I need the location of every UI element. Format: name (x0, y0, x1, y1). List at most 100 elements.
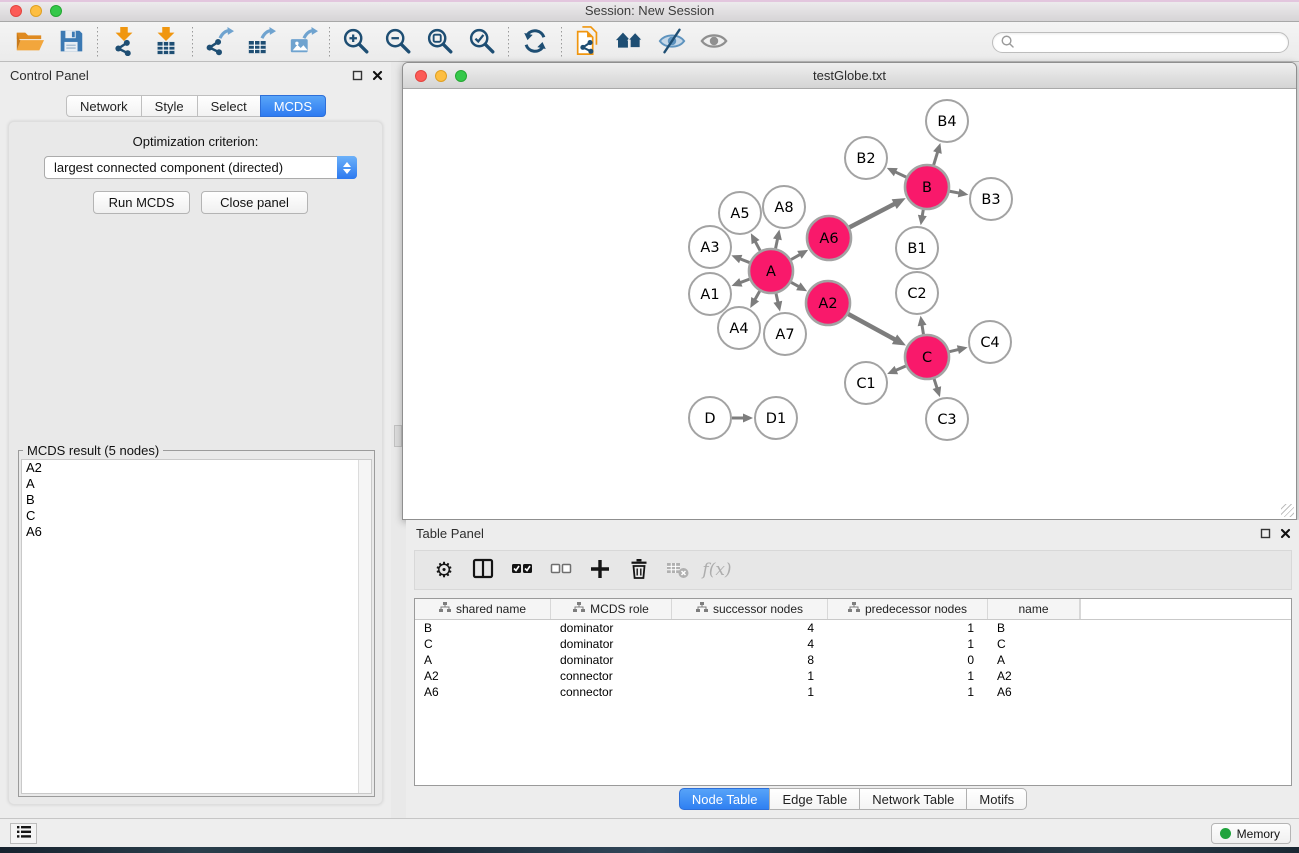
node-A5[interactable]: A5 (719, 192, 761, 234)
refresh-button[interactable] (514, 24, 556, 60)
edge-A-A8[interactable] (773, 230, 782, 249)
edge-A6-B[interactable] (849, 198, 905, 227)
table-cell[interactable]: dominator (551, 636, 672, 652)
table-cell[interactable]: 0 (828, 652, 988, 668)
table-row[interactable]: Cdominator41C (415, 636, 1291, 652)
result-item[interactable]: A6 (22, 524, 371, 540)
edge-D-D1[interactable] (732, 414, 753, 423)
node-C2[interactable]: C2 (896, 272, 938, 314)
export-image-button[interactable] (282, 24, 324, 60)
node-D1[interactable]: D1 (755, 397, 797, 439)
node-A8[interactable]: A8 (763, 186, 805, 228)
table-cell[interactable]: 1 (828, 620, 988, 636)
resize-grip-icon[interactable] (1281, 504, 1294, 517)
table-cell[interactable]: connector (551, 684, 672, 700)
edge-C-C2[interactable] (918, 316, 927, 335)
hide-details-eye-button[interactable] (651, 24, 693, 60)
zoom-fit-button[interactable] (419, 24, 461, 60)
save-session-button[interactable] (50, 24, 92, 60)
edge-A-A5[interactable] (751, 233, 760, 250)
show-details-eye-button[interactable] (693, 24, 735, 60)
tab-motifs[interactable]: Motifs (966, 788, 1027, 810)
edge-A-A6[interactable] (791, 250, 808, 260)
select-all-button[interactable] (507, 554, 537, 586)
node-B2[interactable]: B2 (845, 137, 887, 179)
edge-A-A2[interactable] (791, 282, 807, 291)
node-B3[interactable]: B3 (970, 178, 1012, 220)
edge-B-B2[interactable] (887, 168, 906, 177)
settings-gear-button[interactable]: ⚙ (429, 554, 459, 586)
mcds-result-list[interactable]: A2ABCA6 (21, 459, 372, 794)
node-D[interactable]: D (689, 397, 731, 439)
table-cell[interactable]: 1 (828, 636, 988, 652)
node-C4[interactable]: C4 (969, 321, 1011, 363)
tab-mcds[interactable]: MCDS (260, 95, 326, 117)
network-canvas[interactable]: B4B2BB3A8A5A6A3B1AA1C2A2A4A7C4CC1C3DD1 (403, 89, 1296, 519)
tab-network[interactable]: Network (66, 95, 142, 117)
edge-A-A7[interactable] (773, 293, 782, 311)
node-C3[interactable]: C3 (926, 398, 968, 440)
edge-B-B4[interactable] (933, 143, 942, 165)
table-cell[interactable]: B (415, 620, 551, 636)
table-cell[interactable]: 1 (672, 668, 828, 684)
edge-A-A4[interactable] (750, 291, 759, 308)
tab-node-table[interactable]: Node Table (679, 788, 771, 810)
node-A2[interactable]: A2 (806, 281, 850, 325)
search-box[interactable] (992, 32, 1289, 53)
table-cell[interactable]: A6 (988, 684, 1080, 700)
column-header-name[interactable]: name (988, 599, 1080, 619)
result-item[interactable]: A (22, 476, 371, 492)
tab-edge-table[interactable]: Edge Table (769, 788, 860, 810)
result-item[interactable]: A2 (22, 460, 371, 476)
deselect-all-button[interactable] (546, 554, 576, 586)
edge-A2-C[interactable] (848, 314, 906, 345)
node-A3[interactable]: A3 (689, 226, 731, 268)
memory-button[interactable]: Memory (1211, 823, 1291, 844)
table-cell[interactable]: 1 (828, 668, 988, 684)
open-file-button[interactable] (8, 24, 50, 60)
result-item[interactable]: B (22, 492, 371, 508)
table-cell[interactable]: A (415, 652, 551, 668)
table-cell[interactable]: 4 (672, 620, 828, 636)
tab-style[interactable]: Style (141, 95, 198, 117)
table-row[interactable]: A6connector11A6 (415, 684, 1291, 700)
table-cell[interactable]: 4 (672, 636, 828, 652)
edge-A-A3[interactable] (731, 255, 749, 263)
table-row[interactable]: A2connector11A2 (415, 668, 1291, 684)
edge-C-C3[interactable] (933, 379, 942, 397)
close-panel-icon[interactable] (372, 69, 383, 84)
edge-C-C4[interactable] (949, 345, 967, 354)
table-cell[interactable]: dominator (551, 652, 672, 668)
table-cell[interactable]: 1 (828, 684, 988, 700)
table-cell[interactable]: C (415, 636, 551, 652)
run-mcds-button[interactable]: Run MCDS (93, 191, 190, 214)
result-item[interactable]: C (22, 508, 371, 524)
zoom-in-button[interactable] (335, 24, 377, 60)
vertical-splitter-handle[interactable] (394, 425, 402, 447)
node-C1[interactable]: C1 (845, 362, 887, 404)
table-cell[interactable]: A2 (988, 668, 1080, 684)
column-header-predecessor-nodes[interactable]: predecessor nodes (828, 599, 988, 619)
table-cell[interactable]: 1 (672, 684, 828, 700)
node-A[interactable]: A (749, 249, 793, 293)
column-header-shared-name[interactable]: shared name (415, 599, 551, 619)
node-A4[interactable]: A4 (718, 307, 760, 349)
node-B1[interactable]: B1 (896, 227, 938, 269)
edge-B-B3[interactable] (950, 188, 969, 197)
close-panel-button[interactable]: Close panel (201, 191, 308, 214)
node-A7[interactable]: A7 (764, 313, 806, 355)
table-row[interactable]: Adominator80A (415, 652, 1291, 668)
edge-B-B1[interactable] (918, 210, 927, 226)
edge-A-A1[interactable] (732, 278, 750, 286)
table-cell[interactable]: connector (551, 668, 672, 684)
result-scrollbar[interactable] (358, 460, 371, 793)
export-network-button[interactable] (198, 24, 240, 60)
column-header-MCDS-role[interactable]: MCDS role (551, 599, 672, 619)
table-row[interactable]: Bdominator41B (415, 620, 1291, 636)
export-table-button[interactable] (240, 24, 282, 60)
table-cell[interactable]: A6 (415, 684, 551, 700)
search-input[interactable] (1019, 34, 1288, 51)
table-cell[interactable]: A2 (415, 668, 551, 684)
float-table-panel-icon[interactable] (1260, 527, 1271, 542)
table-cell[interactable]: A (988, 652, 1080, 668)
